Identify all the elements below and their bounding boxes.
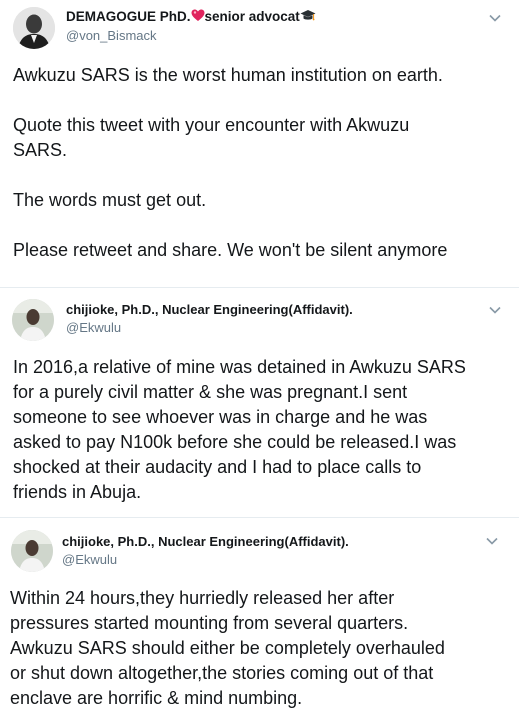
tweet-line: for a purely civil matter & she was preg… bbox=[13, 382, 408, 402]
tweet-line: Within 24 hours,they hurriedly released … bbox=[10, 588, 395, 608]
display-name[interactable]: DEMAGOGUE PhD. senior advocat bbox=[66, 9, 316, 25]
tweet-line: enclave are horrific & mind numbing. bbox=[10, 688, 303, 708]
display-name-text: DEMAGOGUE PhD. bbox=[66, 9, 191, 24]
tweet-text: Within 24 hours,they hurriedly released … bbox=[10, 586, 445, 711]
tweet-paragraph: Please retweet and share. We won't be si… bbox=[13, 240, 448, 260]
tweet-2[interactable]: chijioke, Ph.D., Nuclear Engineering(Aff… bbox=[0, 288, 519, 518]
tweet-line: shocked at their audacity and I had to p… bbox=[13, 457, 422, 477]
tweet-line: pressures started mounting from several … bbox=[10, 613, 409, 633]
avatar[interactable] bbox=[13, 7, 55, 49]
tweet-line: asked to pay N100k before she could be r… bbox=[13, 432, 457, 452]
handle[interactable]: @Ekwulu bbox=[62, 552, 117, 567]
tweet-text: Awkuzu SARS is the worst human instituti… bbox=[13, 63, 447, 263]
tweet-1[interactable]: DEMAGOGUE PhD. senior advocat @von_Bismac… bbox=[0, 0, 519, 288]
tweet-line: Awkuzu SARS should either be completely … bbox=[10, 638, 445, 658]
heart-icon bbox=[191, 9, 205, 25]
tweet-3[interactable]: chijioke, Ph.D., Nuclear Engineering(Aff… bbox=[0, 518, 519, 728]
display-name[interactable]: chijioke, Ph.D., Nuclear Engineering(Aff… bbox=[62, 534, 349, 549]
tweet-text: In 2016,a relative of mine was detained … bbox=[13, 355, 466, 505]
avatar[interactable] bbox=[12, 299, 54, 341]
handle[interactable]: @von_Bismack bbox=[66, 28, 157, 43]
avatar[interactable] bbox=[11, 530, 53, 572]
handle[interactable]: @Ekwulu bbox=[66, 320, 121, 335]
display-name-suffix: senior advocat bbox=[204, 9, 300, 24]
graduation-cap-icon bbox=[300, 9, 316, 25]
tweet-line: someone to see whoever was in charge and… bbox=[13, 407, 428, 427]
chevron-down-icon[interactable] bbox=[486, 11, 504, 25]
tweet-paragraph: Quote this tweet with your encounter wit… bbox=[13, 115, 410, 160]
tweet-line: In 2016,a relative of mine was detained … bbox=[13, 357, 466, 377]
chevron-down-icon[interactable] bbox=[483, 534, 501, 548]
tweet-line: friends in Abuja. bbox=[13, 482, 142, 502]
display-name[interactable]: chijioke, Ph.D., Nuclear Engineering(Aff… bbox=[66, 302, 353, 317]
tweet-paragraph: Awkuzu SARS is the worst human instituti… bbox=[13, 65, 443, 85]
chevron-down-icon[interactable] bbox=[486, 303, 504, 317]
tweet-line: or shut down altogether,the stories comi… bbox=[10, 663, 434, 683]
tweet-paragraph: The words must get out. bbox=[13, 190, 207, 210]
